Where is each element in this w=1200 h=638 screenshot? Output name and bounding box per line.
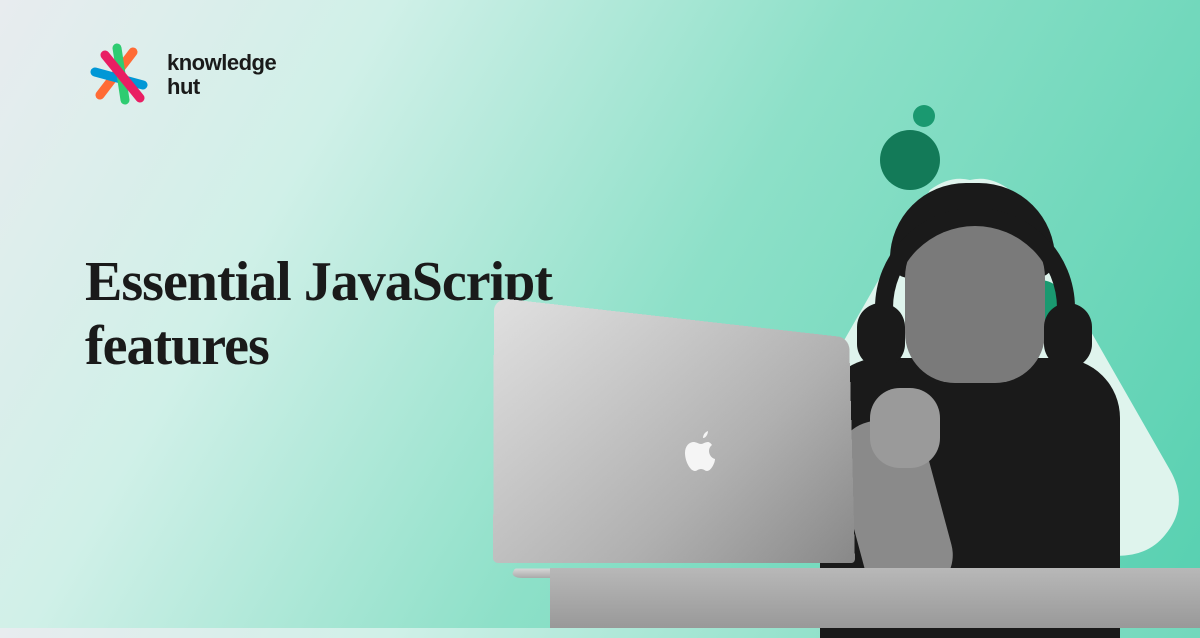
laptop-screen [493, 297, 855, 563]
apple-logo-icon [679, 431, 715, 473]
brand-name-line2: hut [167, 75, 276, 99]
desk-surface [550, 568, 1200, 628]
logo-mark-icon [85, 40, 155, 110]
person-hands [870, 388, 940, 468]
headline-line2: features [85, 314, 552, 378]
brand-name: knowledge hut [167, 51, 276, 99]
brand-logo: knowledge hut [85, 40, 276, 110]
page-title: Essential JavaScript features [85, 250, 552, 379]
headphone-earcup [1044, 303, 1092, 368]
brand-name-line1: knowledge [167, 51, 276, 75]
headline-line1: Essential JavaScript [85, 250, 552, 314]
headphone-earcup [857, 303, 905, 368]
